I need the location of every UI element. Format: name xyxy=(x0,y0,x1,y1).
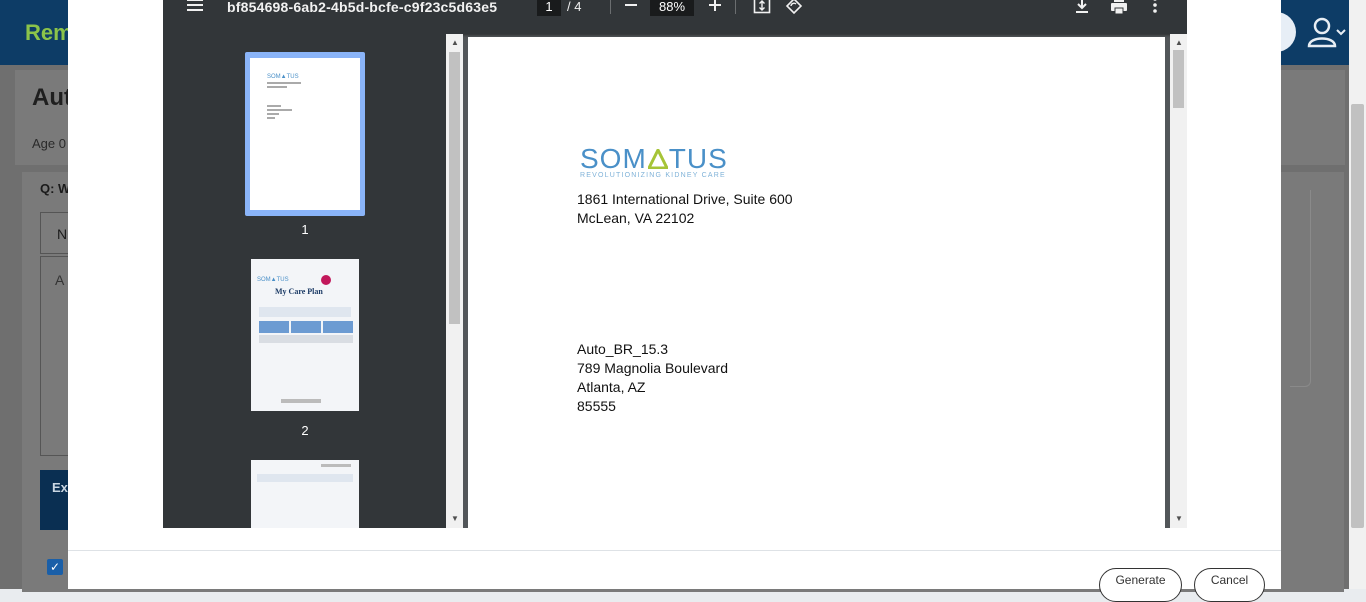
sender-address: 1861 International Drive, Suite 600 McLe… xyxy=(577,190,793,228)
pdf-viewer: bf854698-6ab2-4b5d-bcfe-c9f23c5d63e5 1 /… xyxy=(163,0,1187,528)
page-subtitle: Age 0 xyxy=(32,136,66,151)
logo-text-left: SOM xyxy=(580,143,647,174)
checkbox[interactable]: ✓ xyxy=(47,559,63,575)
somatus-logo: SOM TUS REVOLUTIONIZING KIDNEY CARE xyxy=(580,143,728,180)
page-total: / 4 xyxy=(567,0,582,14)
address-line: 1861 International Drive, Suite 600 xyxy=(577,191,793,207)
scroll-down-arrow-icon[interactable]: ▼ xyxy=(1175,514,1183,523)
pdf-toolbar: bf854698-6ab2-4b5d-bcfe-c9f23c5d63e5 1 /… xyxy=(163,0,1187,34)
address-line: 789 Magnolia Boulevard xyxy=(577,360,728,376)
document-scrollbar[interactable] xyxy=(1170,34,1187,528)
menu-icon[interactable] xyxy=(186,0,204,14)
page-number-input[interactable]: 1 xyxy=(537,0,561,16)
scroll-up-arrow-icon[interactable]: ▲ xyxy=(451,38,459,47)
thumbnail-page-3[interactable] xyxy=(251,460,359,528)
app-brand: Rem xyxy=(25,20,73,45)
page-scrollbar-thumb[interactable] xyxy=(1351,104,1364,528)
pdf-filename: bf854698-6ab2-4b5d-bcfe-c9f23c5d63e5 xyxy=(227,0,498,15)
pdf-page: SOM TUS REVOLUTIONIZING KIDNEY CARE 1861 … xyxy=(468,37,1165,528)
panel-border xyxy=(1290,190,1311,387)
cancel-button[interactable]: Cancel xyxy=(1194,568,1265,602)
address-line: 85555 xyxy=(577,398,616,414)
address-line: Atlanta, AZ xyxy=(577,379,646,395)
generate-button[interactable]: Generate xyxy=(1099,568,1182,602)
fit-page-icon[interactable] xyxy=(753,0,771,15)
logo-text-right: TUS xyxy=(668,143,728,174)
logo-triangle-icon xyxy=(646,146,670,170)
document-scrollbar-thumb[interactable] xyxy=(1173,50,1184,108)
zoom-out-icon[interactable] xyxy=(624,0,638,14)
zoom-input[interactable]: 88% xyxy=(650,0,694,16)
thumbnail-page-1[interactable]: SOM▲TUS xyxy=(245,52,365,216)
sidebar-scrollbar-thumb[interactable] xyxy=(449,52,460,324)
rotate-icon[interactable] xyxy=(785,0,803,15)
scroll-up-arrow-icon[interactable]: ▲ xyxy=(1175,38,1183,47)
page-title: Aut xyxy=(32,84,72,111)
thumbnail-label: 2 xyxy=(301,423,309,438)
download-icon[interactable] xyxy=(1074,0,1090,15)
logo-tagline: REVOLUTIONIZING KIDNEY CARE xyxy=(580,172,726,179)
thumbnail-page-2[interactable]: SOM▲TUS My Care Plan xyxy=(251,259,359,411)
toolbar-divider xyxy=(735,0,736,14)
user-icon[interactable] xyxy=(1306,14,1346,50)
more-options-icon[interactable] xyxy=(1152,0,1158,15)
recipient-address: Auto_BR_15.3 789 Magnolia Boulevard Atla… xyxy=(577,340,728,416)
zoom-in-icon[interactable] xyxy=(708,0,722,14)
address-line: McLean, VA 22102 xyxy=(577,210,695,226)
address-line: Auto_BR_15.3 xyxy=(577,341,669,357)
thumbnail-label: 1 xyxy=(301,222,309,237)
scroll-down-arrow-icon[interactable]: ▼ xyxy=(451,514,459,523)
question-label: Q: W xyxy=(40,181,71,196)
print-icon[interactable] xyxy=(1110,0,1128,15)
toolbar-divider xyxy=(610,0,611,14)
